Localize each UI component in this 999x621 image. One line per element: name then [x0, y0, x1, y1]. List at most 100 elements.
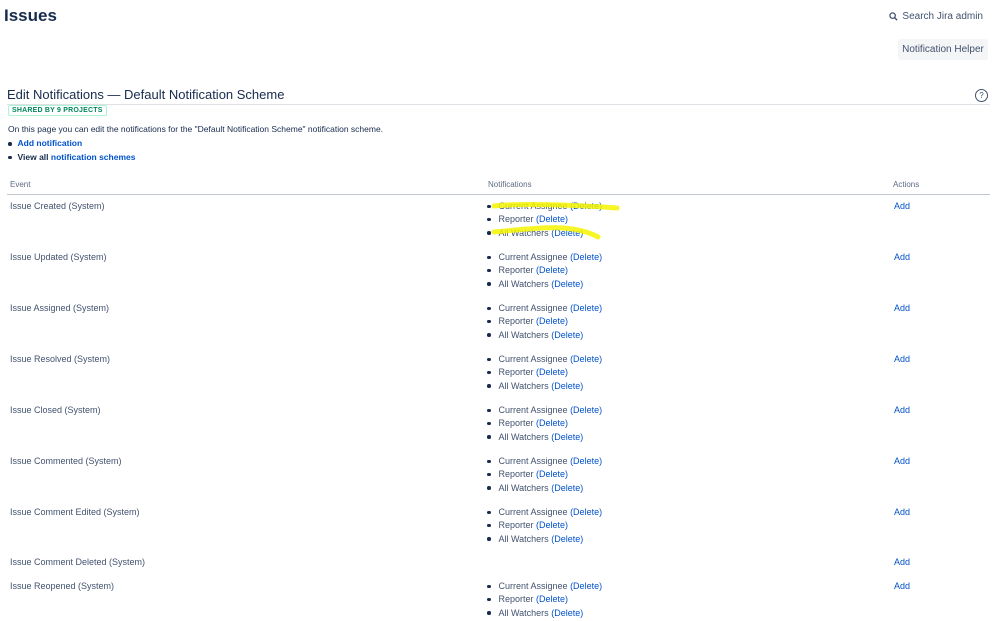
bullet-icon [487, 611, 491, 615]
delete-notification-link[interactable]: (Delete) [551, 228, 583, 239]
notification-item: All Watchers (Delete) [487, 330, 602, 343]
notification-item: Reporter (Delete) [487, 316, 602, 329]
add-notification-action[interactable]: Add [894, 405, 910, 415]
event-name: Issue Resolved (System) [10, 354, 111, 364]
notification-item: All Watchers (Delete) [487, 228, 602, 241]
notification-item: All Watchers (Delete) [487, 381, 602, 394]
add-notification-action[interactable]: Add [894, 581, 910, 591]
admin-search[interactable]: Search Jira admin [889, 11, 983, 22]
notification-helper-button[interactable]: Notification Helper [898, 39, 988, 60]
delete-notification-link[interactable]: (Delete) [551, 381, 583, 392]
delete-notification-link[interactable]: (Delete) [570, 456, 602, 467]
delete-notification-link[interactable]: (Delete) [551, 432, 583, 443]
bullet-icon [487, 486, 491, 490]
delete-notification-link[interactable]: (Delete) [536, 418, 568, 429]
bullet-icon [487, 319, 491, 324]
delete-notification-link[interactable]: (Delete) [570, 252, 602, 263]
bullet-icon [487, 231, 491, 235]
delete-notification-link[interactable]: (Delete) [536, 367, 568, 378]
add-notification-action[interactable]: Add [894, 303, 910, 313]
delete-notification-link[interactable]: (Delete) [536, 316, 568, 327]
bullet-icon [487, 584, 491, 588]
help-icon[interactable]: ? [975, 89, 988, 102]
event-name: Issue Comment Deleted (System) [10, 557, 146, 567]
notification-list: Current Assignee (Delete) Reporter (Delet… [487, 252, 602, 292]
delete-notification-link[interactable]: (Delete) [570, 507, 602, 518]
notification-item: Current Assignee (Delete) [487, 456, 602, 469]
notification-list: Current Assignee (Delete) Reporter (Delet… [487, 456, 602, 496]
add-notification-action[interactable]: Add [894, 507, 910, 517]
notification-schemes-link[interactable]: notification schemes [51, 151, 136, 165]
notification-item: Current Assignee (Delete) [487, 405, 602, 418]
delete-notification-link[interactable]: (Delete) [536, 214, 568, 225]
notification-recipient: Reporter [498, 265, 534, 276]
delete-notification-link[interactable]: (Delete) [570, 581, 602, 592]
bullet-icon [487, 306, 491, 310]
event-name: Issue Created (System) [10, 201, 105, 211]
intro-text: On this page you can edit the notificati… [8, 124, 384, 134]
table-header: Event Notifications Actions [7, 177, 990, 195]
notification-item: Current Assignee (Delete) [487, 252, 602, 265]
delete-notification-link[interactable]: (Delete) [536, 520, 568, 531]
bullet-icon [487, 421, 491, 426]
notification-item: Reporter (Delete) [487, 594, 602, 607]
delete-notification-link[interactable]: (Delete) [551, 608, 583, 619]
event-name: Issue Reopened (System) [10, 581, 115, 591]
column-header-actions: Actions [893, 180, 920, 189]
notification-list: Current Assignee (Delete) Reporter (Delet… [487, 507, 602, 547]
delete-notification-link[interactable]: (Delete) [570, 354, 602, 365]
delete-notification-link[interactable]: (Delete) [551, 279, 583, 290]
delete-notification-link[interactable]: (Delete) [536, 265, 568, 276]
bullet-icon [8, 142, 12, 146]
notification-list: Current Assignee (Delete) Reporter (Delet… [487, 303, 602, 343]
bullet-icon [487, 510, 491, 514]
delete-notification-link[interactable]: (Delete) [570, 405, 602, 416]
shared-projects-badge[interactable]: SHARED BY 9 PROJECTS [8, 105, 107, 116]
notification-recipient: All Watchers [498, 380, 549, 391]
bullet-icon [487, 282, 491, 286]
notification-item: Reporter (Delete) [487, 214, 602, 227]
notification-recipient: Current Assignee [498, 201, 568, 211]
delete-notification-link[interactable]: (Delete) [536, 594, 568, 605]
event-name: Issue Comment Edited (System) [10, 507, 140, 517]
notification-list: Current Assignee (Delete) Reporter (Delet… [487, 354, 602, 394]
notification-recipient: Reporter [498, 520, 534, 531]
notification-recipient: All Watchers [498, 278, 549, 289]
notification-recipient: Current Assignee [498, 354, 568, 364]
bullet-icon [487, 597, 491, 602]
bullet-icon [487, 523, 491, 528]
column-header-notifications: Notifications [488, 180, 532, 189]
add-notification-link[interactable]: Add notification [18, 137, 83, 151]
bullet-icon [487, 435, 491, 439]
notification-recipient: Current Assignee [498, 303, 568, 313]
notification-item: All Watchers (Delete) [487, 483, 602, 496]
notification-recipient: All Watchers [498, 227, 549, 238]
scheme-actions: Add notification View all notification s… [8, 137, 135, 164]
event-name: Issue Assigned (System) [10, 303, 110, 313]
delete-notification-link[interactable]: (Delete) [551, 534, 583, 545]
delete-notification-link[interactable]: (Delete) [570, 201, 602, 212]
add-notification-action[interactable]: Add [894, 557, 910, 567]
notification-recipient: Reporter [498, 316, 534, 327]
bullet-icon [487, 255, 491, 259]
bullet-icon [487, 357, 491, 361]
add-notification-action[interactable]: Add [894, 201, 910, 211]
notification-item: All Watchers (Delete) [487, 279, 602, 292]
bullet-icon [487, 459, 491, 463]
list-item: Add notification [8, 137, 135, 151]
notification-item: Current Assignee (Delete) [487, 507, 602, 520]
bullet-icon [487, 472, 491, 477]
delete-notification-link[interactable]: (Delete) [551, 483, 583, 494]
notification-recipient: Reporter [498, 367, 534, 378]
add-notification-action[interactable]: Add [894, 456, 910, 466]
delete-notification-link[interactable]: (Delete) [570, 303, 602, 314]
event-name: Issue Commented (System) [10, 456, 122, 466]
delete-notification-link[interactable]: (Delete) [536, 469, 568, 480]
notification-item: Reporter (Delete) [487, 469, 602, 482]
admin-search-label: Search Jira admin [902, 11, 983, 22]
page-title: Issues [4, 6, 57, 25]
notification-recipient: Reporter [498, 594, 534, 605]
add-notification-action[interactable]: Add [894, 354, 910, 364]
add-notification-action[interactable]: Add [894, 252, 910, 262]
delete-notification-link[interactable]: (Delete) [551, 330, 583, 341]
